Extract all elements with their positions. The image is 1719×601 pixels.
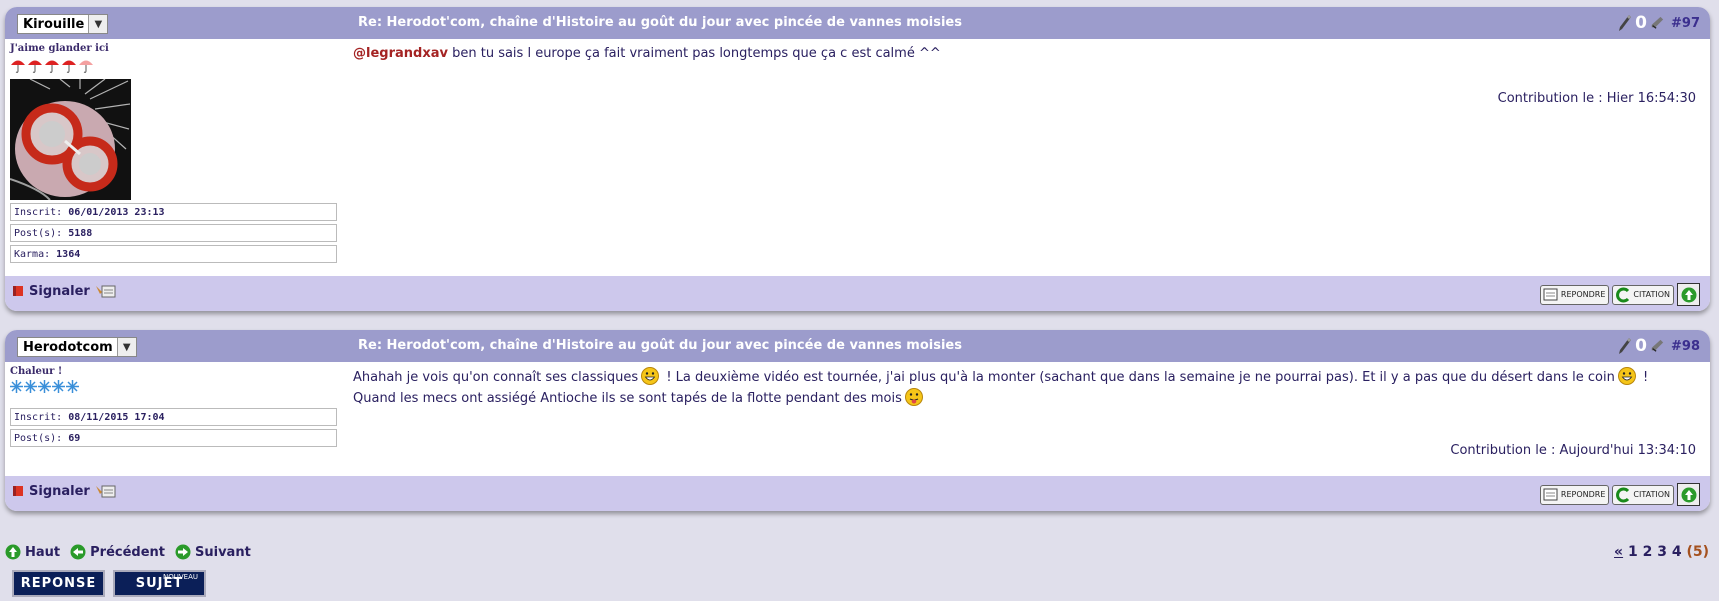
nav-next-link[interactable]: Suivant bbox=[175, 544, 251, 560]
vote-count: 0 bbox=[1635, 336, 1648, 356]
post-count: Post(s): 69 bbox=[10, 429, 337, 447]
post-message: Ahahah je vois qu'on connaît ses classiq… bbox=[353, 367, 1693, 409]
edit-notes-icon[interactable] bbox=[95, 483, 117, 499]
registered-date: Inscrit: 06/01/2013 23:13 bbox=[10, 203, 337, 221]
scroll-top-button[interactable] bbox=[1677, 483, 1700, 506]
post-98: Herodotcom ▼ Re: Herodot'com, chaîne d'H… bbox=[5, 330, 1710, 511]
reply-topic-button[interactable]: REPONSE bbox=[12, 570, 105, 597]
karma: Karma: 1364 bbox=[10, 245, 337, 263]
user-info-column: Chaleur ! Inscrit: 08/11/2015 17:04 Post… bbox=[10, 366, 345, 447]
vote-down-eraser-icon[interactable] bbox=[1650, 14, 1664, 32]
snowflake-icon bbox=[52, 380, 65, 393]
nav-prev-link[interactable]: Précédent bbox=[70, 544, 165, 560]
arrow-left-icon bbox=[70, 544, 86, 560]
chevron-down-icon[interactable]: ▼ bbox=[116, 338, 136, 356]
quote-c-icon bbox=[1616, 287, 1630, 302]
bottom-navigation: Haut Précédent Suivant bbox=[5, 544, 255, 560]
snowflake-icon bbox=[24, 380, 37, 393]
edit-notes-icon[interactable] bbox=[95, 283, 117, 299]
nav-top-link[interactable]: Haut bbox=[5, 544, 60, 560]
user-mention-link[interactable]: @legrandxav bbox=[353, 46, 448, 61]
post-footer: Signaler REPONDRE CITATION bbox=[5, 476, 1710, 511]
user-rank: J'aime glander ici bbox=[10, 43, 109, 54]
grin-emoji-icon bbox=[641, 367, 660, 385]
chevron-down-icon[interactable]: ▼ bbox=[88, 15, 108, 33]
pagination: « 1 2 3 4 (5) bbox=[1614, 544, 1709, 560]
snowflake-icon bbox=[38, 380, 51, 393]
post-number-link[interactable]: #97 bbox=[1671, 16, 1700, 31]
arrow-up-icon bbox=[1681, 287, 1696, 302]
umbrella-icon-half bbox=[79, 60, 93, 73]
quote-c-icon bbox=[1616, 487, 1630, 502]
contribution-timestamp: Contribution le : Hier 16:54:30 bbox=[1497, 91, 1696, 106]
author-name[interactable]: Kirouille bbox=[18, 17, 88, 32]
vote-up-pen-icon[interactable] bbox=[1618, 14, 1632, 32]
post-number-link[interactable]: #98 bbox=[1671, 339, 1700, 354]
grin-emoji-icon bbox=[1617, 367, 1636, 385]
snowflake-icon bbox=[10, 380, 23, 393]
user-info-column: J'aime glander ici Inscrit: 06/01/2013 2… bbox=[9, 43, 345, 263]
pager-prev-link[interactable]: « bbox=[1614, 544, 1623, 560]
post-message: @legrandxav ben tu sais l europe ça fait… bbox=[353, 46, 941, 61]
report-link[interactable]: Signaler bbox=[29, 484, 90, 499]
pager-page-link[interactable]: 4 bbox=[1672, 544, 1682, 560]
snowflake-icon bbox=[66, 380, 79, 393]
reply-button[interactable]: REPONDRE bbox=[1539, 484, 1610, 505]
arrow-up-icon bbox=[5, 544, 21, 560]
registered-date: Inscrit: 08/11/2015 17:04 bbox=[10, 408, 337, 426]
reply-page-icon bbox=[1543, 488, 1558, 501]
author-dropdown[interactable]: Herodotcom ▼ bbox=[17, 337, 137, 357]
pager-page-link[interactable]: 1 bbox=[1628, 544, 1638, 560]
new-topic-button[interactable]: NOUVEAU SUJET bbox=[113, 570, 206, 597]
rank-icons bbox=[10, 380, 345, 396]
umbrella-icon bbox=[11, 60, 25, 73]
pager-current-page: (5) bbox=[1686, 544, 1709, 560]
umbrella-icon bbox=[28, 60, 42, 73]
reply-page-icon bbox=[1543, 288, 1558, 301]
post-97: Kirouille ▼ Re: Herodot'com, chaîne d'Hi… bbox=[5, 7, 1710, 311]
author-dropdown[interactable]: Kirouille ▼ bbox=[17, 14, 109, 34]
post-count: Post(s): 5188 bbox=[10, 224, 337, 242]
report-link[interactable]: Signaler bbox=[29, 284, 90, 299]
pager-page-link[interactable]: 2 bbox=[1643, 544, 1653, 560]
quote-button[interactable]: CITATION bbox=[1612, 284, 1674, 305]
post-header: Herodotcom ▼ Re: Herodot'com, chaîne d'H… bbox=[5, 330, 1710, 362]
post-header: Kirouille ▼ Re: Herodot'com, chaîne d'Hi… bbox=[5, 7, 1710, 39]
arrow-up-icon bbox=[1681, 487, 1696, 502]
author-name[interactable]: Herodotcom bbox=[18, 340, 117, 355]
user-rank: Chaleur ! bbox=[10, 366, 63, 377]
vote-count: 0 bbox=[1635, 13, 1648, 33]
tongue-emoji-icon bbox=[904, 388, 923, 406]
post-footer: Signaler REPONDRE CITATION bbox=[5, 276, 1710, 311]
avatar bbox=[9, 78, 131, 201]
pager-page-link[interactable]: 3 bbox=[1657, 544, 1667, 560]
arrow-right-icon bbox=[175, 544, 191, 560]
reply-button[interactable]: REPONDRE bbox=[1539, 284, 1610, 305]
post-title: Re: Herodot'com, chaîne d'Histoire au go… bbox=[358, 338, 962, 353]
post-title: Re: Herodot'com, chaîne d'Histoire au go… bbox=[358, 15, 962, 30]
contribution-timestamp: Contribution le : Aujourd'hui 13:34:10 bbox=[1450, 443, 1696, 458]
quote-button[interactable]: CITATION bbox=[1612, 484, 1674, 505]
umbrella-icon bbox=[62, 60, 76, 73]
scroll-top-button[interactable] bbox=[1677, 283, 1700, 306]
vote-up-pen-icon[interactable] bbox=[1618, 337, 1632, 355]
flag-icon bbox=[13, 486, 23, 496]
flag-icon bbox=[13, 286, 23, 296]
vote-down-eraser-icon[interactable] bbox=[1650, 337, 1664, 355]
umbrella-icon bbox=[45, 60, 59, 73]
rank-icons bbox=[10, 57, 345, 73]
